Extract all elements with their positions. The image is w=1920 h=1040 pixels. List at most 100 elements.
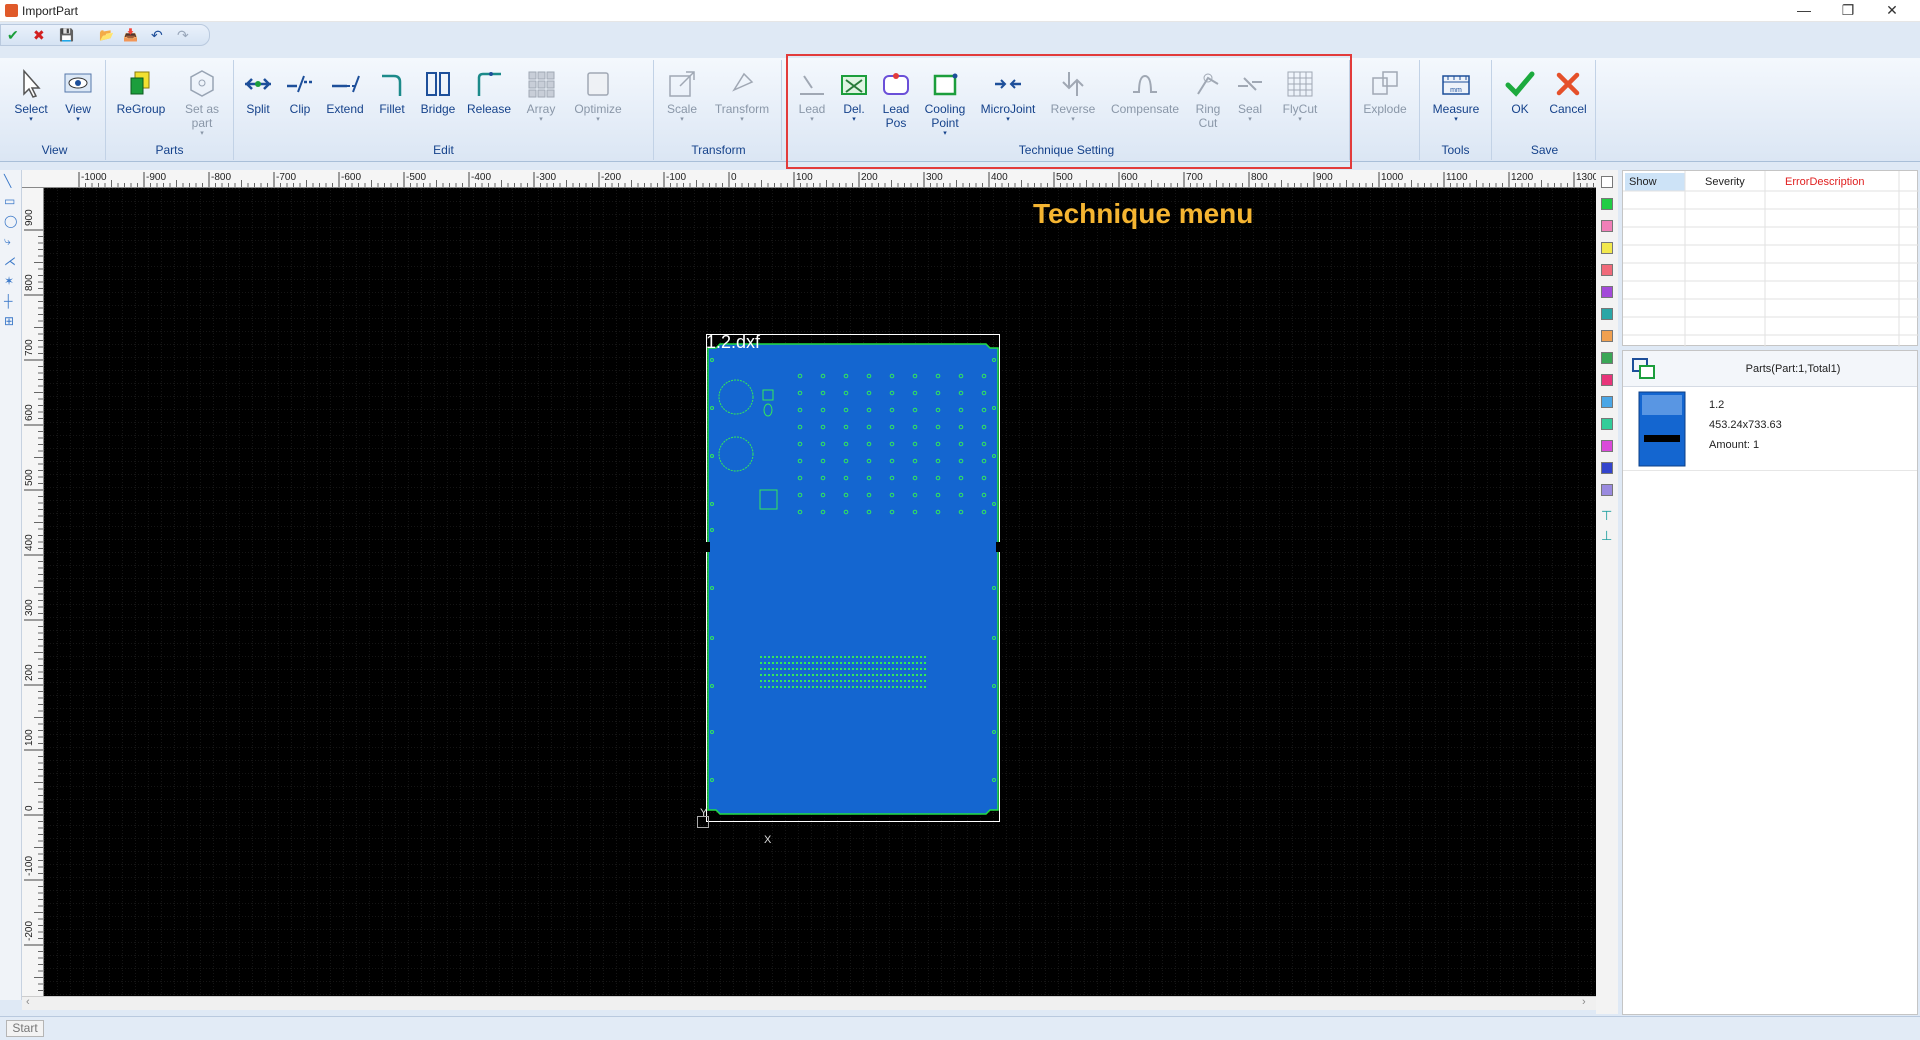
layer-color-swatch[interactable] xyxy=(1601,484,1613,496)
redo-icon[interactable]: ↷ xyxy=(177,27,189,43)
bridge-button[interactable]: Bridge xyxy=(416,64,460,144)
part-list-item[interactable]: 1.2 453.24x733.63 Amount: 1 xyxy=(1623,389,1917,471)
scale-button[interactable]: Scale ▾ xyxy=(660,64,704,144)
part-slot xyxy=(896,662,898,664)
point-tool-icon[interactable]: ┼ xyxy=(4,294,13,308)
part-slot xyxy=(776,662,778,664)
fillet-button[interactable]: Fillet xyxy=(372,64,412,144)
import-icon[interactable]: 📥 xyxy=(123,27,138,43)
release-button[interactable]: Release xyxy=(464,64,514,144)
part-slot xyxy=(852,674,854,676)
part-slot xyxy=(840,680,842,682)
regroup-button[interactable]: ReGroup xyxy=(112,64,170,144)
h-ruler-label: 700 xyxy=(1186,172,1203,183)
horizontal-ruler: -1000 -900 -800 -700 -600 -500 -400 -300 -200 -10… xyxy=(22,170,1596,188)
group-edit-label: Edit xyxy=(433,143,454,157)
part-slot xyxy=(920,674,922,676)
set-as-part-button[interactable]: Set as part ▾ xyxy=(176,64,228,144)
measure-button[interactable]: mm Measure ▾ xyxy=(1424,64,1488,144)
green-check-icon xyxy=(1505,71,1535,97)
line-tool-icon[interactable]: ╲ xyxy=(4,174,11,188)
part-slot xyxy=(808,686,810,688)
layer-color-swatch[interactable] xyxy=(1601,220,1613,232)
part-slot xyxy=(916,662,918,664)
part-slot xyxy=(812,680,814,682)
layer-color-swatch[interactable] xyxy=(1601,198,1613,210)
part-slot xyxy=(784,656,786,658)
layer-color-swatch[interactable] xyxy=(1601,330,1613,342)
part-slot xyxy=(772,656,774,658)
part-slot xyxy=(760,656,762,658)
v-ruler-label: 200 xyxy=(24,664,35,681)
layer-color-swatch[interactable] xyxy=(1601,264,1613,276)
transform-icon xyxy=(732,72,754,92)
align-top-icon[interactable]: ⊤ xyxy=(1601,508,1612,524)
optimize-button[interactable]: Optimize ▾ xyxy=(568,64,628,144)
align-bottom-icon[interactable]: ⊥ xyxy=(1601,528,1612,544)
part-slot xyxy=(916,674,918,676)
extend-button[interactable]: Extend xyxy=(322,64,368,144)
part-slot xyxy=(788,668,790,670)
rectangle-tool-icon[interactable]: ▭ xyxy=(4,194,15,208)
split-button[interactable]: Split xyxy=(238,64,278,144)
layer-color-swatch[interactable] xyxy=(1601,242,1613,254)
scroll-left-icon[interactable]: ‹ xyxy=(26,996,30,1008)
restore-button[interactable]: ❐ xyxy=(1826,0,1870,22)
part-slot xyxy=(892,674,894,676)
polyline-tool-icon[interactable]: ⋌ xyxy=(4,254,16,268)
select-button[interactable]: Select ▾ xyxy=(10,64,52,144)
part-slot xyxy=(776,668,778,670)
ok-check-icon[interactable]: ✔ xyxy=(7,27,19,43)
part-slot xyxy=(924,674,926,676)
layer-color-swatch[interactable] xyxy=(1601,462,1613,474)
view-button[interactable]: View ▾ xyxy=(58,64,98,144)
drawing-canvas[interactable]: Technique menu 1.2.dxf Y X xyxy=(44,188,1596,996)
part-slot xyxy=(904,662,906,664)
clip-button[interactable]: Clip xyxy=(282,64,318,144)
star-tool-icon[interactable]: ✶ xyxy=(4,274,14,288)
circle-tool-icon[interactable]: ◯ xyxy=(4,214,17,228)
layer-color-swatch[interactable] xyxy=(1601,176,1613,188)
layer-color-swatch[interactable] xyxy=(1601,440,1613,452)
layer-color-swatch[interactable] xyxy=(1601,374,1613,386)
cancel-x-icon[interactable]: ✖ xyxy=(33,27,45,43)
part-slot xyxy=(768,674,770,676)
part-slot xyxy=(836,686,838,688)
parts-list-icon[interactable] xyxy=(1631,357,1657,381)
part-slot xyxy=(900,656,902,658)
text-tool-icon[interactable]: ⊞ xyxy=(4,314,14,328)
h-ruler-label: 0 xyxy=(731,172,737,183)
ok-button[interactable]: OK xyxy=(1498,64,1542,144)
close-button[interactable]: ✕ xyxy=(1870,0,1914,22)
transform-button[interactable]: Transform ▾ xyxy=(708,64,776,144)
explode-button[interactable]: Explode xyxy=(1356,64,1414,144)
part-slot xyxy=(800,656,802,658)
part-drawing[interactable]: 1.2.dxf xyxy=(706,332,1000,822)
start-button[interactable]: Start xyxy=(6,1020,44,1037)
array-button[interactable]: Array ▾ xyxy=(518,64,564,144)
scroll-right-icon[interactable]: › xyxy=(1582,996,1586,1008)
cancel-button[interactable]: Cancel xyxy=(1544,64,1592,144)
technique-setting-highlight-box xyxy=(786,54,1352,169)
fillet-icon xyxy=(382,74,402,96)
h-ruler-label: -400 xyxy=(471,172,491,183)
save-icon[interactable]: 💾 xyxy=(59,27,74,43)
part-slot xyxy=(840,674,842,676)
part-slot xyxy=(816,680,818,682)
part-slot xyxy=(788,680,790,682)
open-folder-icon[interactable]: 📂 xyxy=(99,27,114,43)
group-tools: mm Measure ▾ Tools xyxy=(1420,60,1492,160)
horizontal-scrollbar[interactable]: ‹ › xyxy=(22,996,1596,1010)
layer-color-swatch[interactable] xyxy=(1601,286,1613,298)
minimize-button[interactable]: — xyxy=(1782,0,1826,22)
layer-color-swatch[interactable] xyxy=(1601,418,1613,430)
part-slot xyxy=(880,656,882,658)
layer-color-swatch[interactable] xyxy=(1601,308,1613,320)
undo-icon[interactable]: ↶ xyxy=(151,27,163,43)
layer-color-swatch[interactable] xyxy=(1601,352,1613,364)
part-slot xyxy=(888,686,890,688)
arc-tool-icon[interactable]: ⤷ xyxy=(4,234,11,249)
layer-color-swatch[interactable] xyxy=(1601,396,1613,408)
part-slot xyxy=(876,686,878,688)
group-view: Select ▾ View ▾ View xyxy=(4,60,106,160)
